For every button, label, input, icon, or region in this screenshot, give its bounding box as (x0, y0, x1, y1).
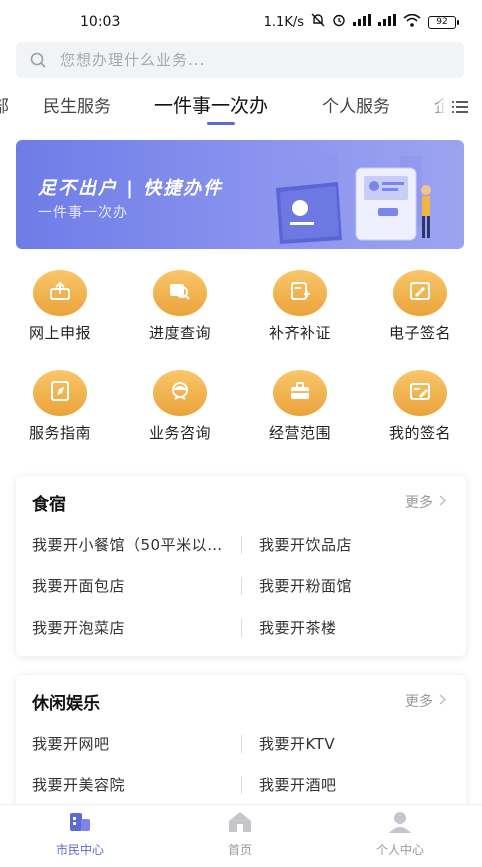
divider (241, 619, 242, 637)
service-online-apply[interactable]: 网上申报 (0, 270, 120, 343)
tab-one-thing[interactable]: 一件事一次办 (154, 91, 268, 118)
chevron-right-icon (439, 693, 447, 709)
card-title: 休闲娱乐 (32, 694, 100, 714)
list-item[interactable]: 我要开面包店 (32, 575, 232, 596)
chevron-right-icon (439, 494, 447, 510)
my-signature-icon (409, 381, 431, 405)
battery-icon: 92 (428, 15, 459, 29)
list-row: 我要开美容院 我要开酒吧 (16, 774, 466, 804)
list-item[interactable]: 我要开粉面馆 (259, 575, 459, 596)
card-title: 食宿 (32, 495, 66, 515)
service-label: 进度查询 (148, 324, 211, 342)
banner-subtitle: 一件事一次办 (38, 205, 128, 221)
service-my-signature[interactable]: 我的签名 (360, 370, 480, 443)
service-guide[interactable]: 服务指南 (0, 370, 120, 443)
category-card-leisure: 休闲娱乐 更多 我要开网吧 我要开KTV 我要开美容院 我要开酒吧 (16, 675, 466, 825)
more-label: 更多 (405, 694, 433, 710)
consultant-icon (169, 381, 191, 405)
search-area (0, 36, 482, 86)
add-document-icon (289, 281, 311, 305)
list-item[interactable]: 我要开小餐馆（50平米以下） (32, 534, 232, 555)
nav-label: 市民中心 (55, 843, 104, 857)
list-row: 我要开泡菜店 我要开茶楼 (16, 617, 466, 647)
list-item[interactable]: 我要开KTV (259, 733, 459, 754)
nav-label: 首页 (227, 843, 252, 857)
wifi-icon (403, 13, 421, 31)
profile-icon (386, 812, 414, 839)
search-bar[interactable] (16, 42, 464, 78)
list-row: 我要开网吧 我要开KTV (16, 733, 466, 763)
list-item[interactable]: 我要开饮品店 (259, 534, 459, 555)
nav-citizen-center[interactable]: 市民中心 (20, 809, 140, 858)
service-label: 电子签名 (388, 324, 451, 342)
list-item[interactable]: 我要开茶楼 (259, 617, 459, 638)
search-input[interactable] (60, 51, 440, 69)
briefcase-icon (289, 381, 311, 405)
list-item[interactable]: 我要开美容院 (32, 774, 232, 795)
service-supplement-cert[interactable]: 补齐补证 (240, 270, 360, 343)
upload-icon (49, 281, 71, 305)
tab-personal[interactable]: 个人服务 (322, 92, 390, 117)
service-business-scope[interactable]: 经营范围 (240, 370, 360, 443)
search-icon (30, 52, 60, 68)
bottom-navigation: 市民中心 首页 个人中心 (0, 804, 482, 867)
signal-icon-2 (378, 14, 396, 30)
service-progress-query[interactable]: 进度查询 (120, 270, 240, 343)
network-speed: 1.1K/s (263, 14, 304, 30)
service-label: 我的签名 (388, 424, 451, 442)
service-label: 业务咨询 (148, 424, 211, 442)
more-link[interactable]: 更多 (405, 492, 447, 512)
more-link[interactable]: 更多 (405, 691, 447, 711)
mute-icon (311, 13, 325, 31)
service-label: 经营范围 (268, 424, 331, 442)
list-item[interactable]: 我要开酒吧 (259, 774, 459, 795)
citizen-center-icon (66, 813, 94, 839)
nav-profile[interactable]: 个人中心 (340, 809, 460, 858)
search-progress-icon (169, 281, 191, 305)
more-label: 更多 (405, 495, 433, 511)
service-label: 网上申报 (28, 324, 91, 342)
divider (241, 776, 242, 794)
tab-menu-button[interactable] (430, 86, 482, 130)
compass-book-icon (49, 381, 71, 405)
tab-livelihood[interactable]: 民生服务 (43, 92, 111, 117)
divider (241, 577, 242, 595)
menu-list-icon (452, 99, 468, 118)
list-row: 我要开面包店 我要开粉面馆 (16, 575, 466, 605)
divider (241, 536, 242, 554)
list-row: 我要开小餐馆（50平米以下） 我要开饮品店 (16, 534, 466, 564)
service-e-signature[interactable]: 电子签名 (360, 270, 480, 343)
tab-partial-left[interactable]: 部 (0, 92, 9, 117)
nav-home[interactable]: 首页 (180, 809, 300, 858)
divider (241, 735, 242, 753)
home-icon (226, 812, 254, 839)
category-tabs: 部 民生服务 一件事一次办 个人服务 企 (0, 86, 482, 130)
alarm-icon (332, 13, 346, 31)
sign-pen-icon (409, 281, 431, 305)
main-content: 足不出户 | 快捷办件 一件事一次办 网上申报 进度查询 补齐补证 电子签名 服… (0, 130, 482, 825)
banner-title: 足不出户 | 快捷办件 (38, 178, 224, 199)
status-time: 10:03 (80, 14, 121, 30)
banner-illustration (276, 154, 431, 244)
nav-label: 个人中心 (375, 843, 424, 857)
list-item[interactable]: 我要开网吧 (32, 733, 232, 754)
signal-icon (353, 14, 371, 30)
status-indicators: 1.1K/s 92 (263, 13, 459, 31)
active-tab-indicator (207, 122, 235, 125)
service-label: 服务指南 (28, 424, 91, 442)
service-consult[interactable]: 业务咨询 (120, 370, 240, 443)
service-label: 补齐补证 (268, 324, 331, 342)
category-card-dining: 食宿 更多 我要开小餐馆（50平米以下） 我要开饮品店 我要开面包店 我要开粉面… (16, 476, 466, 656)
list-item[interactable]: 我要开泡菜店 (32, 617, 232, 638)
promo-banner[interactable]: 足不出户 | 快捷办件 一件事一次办 (16, 140, 464, 249)
